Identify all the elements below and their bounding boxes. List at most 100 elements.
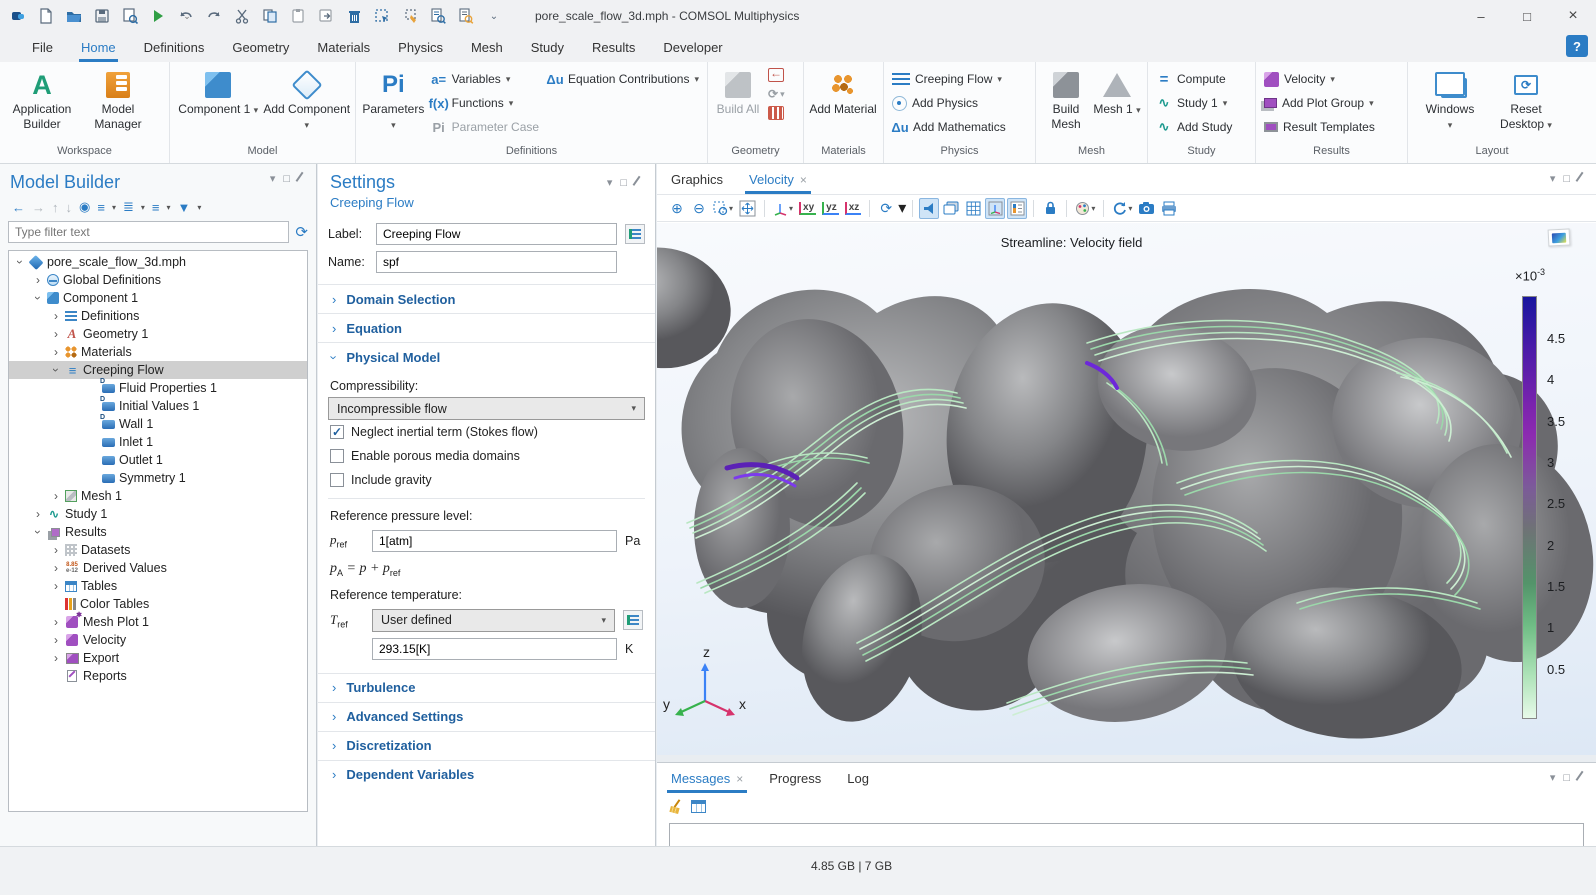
tree-item-velocity[interactable]: ›Velocity [9,631,307,649]
tab-log[interactable]: Log [847,771,869,793]
graphics-viewport[interactable]: Streamline: Velocity field [657,223,1596,755]
tree-item-component1[interactable]: ›Component 1 [9,289,307,307]
insert-sequence-icon[interactable] [768,68,784,82]
environment-icon[interactable] [941,198,961,219]
save-as-icon[interactable] [118,4,142,28]
expander-icon[interactable]: › [51,309,61,323]
tree-item-wall1[interactable]: ›Wall 1 [9,415,307,433]
expander-icon[interactable]: › [33,507,43,521]
tab-graphics[interactable]: Graphics [671,172,723,194]
tree-item-tables[interactable]: ›Tables [9,577,307,595]
study1-button[interactable]: ∿ Study 1▾ [1156,92,1232,114]
help-button[interactable]: ? [1566,35,1588,57]
tab-messages[interactable]: Messages× [671,771,743,793]
duplicate-icon[interactable] [314,4,338,28]
windows-button[interactable]: Windows▾ [1412,66,1488,132]
redo-icon[interactable] [202,4,226,28]
show-grid-icon[interactable] [963,198,983,219]
close-button[interactable]: × [1550,0,1596,32]
pin-icon[interactable] [633,176,646,190]
section-equation[interactable]: ›Equation [318,313,655,342]
find-icon[interactable] [426,4,450,28]
expander-icon[interactable]: › [13,257,27,267]
menu-tab-mesh[interactable]: Mesh [457,32,517,62]
float-icon[interactable]: □ [1563,173,1570,185]
tree-item-global-definitions[interactable]: ›Global Definitions [9,271,307,289]
virtual-operations-icon[interactable] [768,106,784,120]
tree-item-materials[interactable]: ›Materials [9,343,307,361]
label-input[interactable] [376,223,617,245]
filter-icon[interactable]: ▼ [177,200,190,215]
panel-menu-icon[interactable]: ▾ [1550,771,1556,784]
expander-icon[interactable]: › [51,327,61,341]
go-to-view-icon[interactable]: ▾ [771,198,795,219]
expander-icon[interactable]: › [31,293,45,303]
porous-checkbox-row[interactable]: Enable porous media domains [328,444,645,468]
creeping-flow-button[interactable]: Creeping Flow▾ [892,68,1006,90]
lock-axis-icon[interactable] [1040,198,1060,219]
panel-menu-icon[interactable]: ▾ [270,172,276,185]
maximize-button[interactable]: □ [1504,0,1550,32]
section-domain-selection[interactable]: ›Domain Selection [318,284,655,313]
tree-item-symmetry1[interactable]: ›Symmetry 1 [9,469,307,487]
functions-button[interactable]: f(x) Functions▾ [431,92,539,114]
customize-toolbar-icon[interactable]: ⌄ [482,4,506,28]
menu-tab-materials[interactable]: Materials [303,32,384,62]
brush-icon[interactable] [398,4,422,28]
move-up-icon[interactable]: ↑ [52,200,59,215]
tree-item-mesh-plot1[interactable]: ›Mesh Plot 1 [9,613,307,631]
paste-icon[interactable] [286,4,310,28]
cut-icon[interactable] [230,4,254,28]
tree-item-fluid-properties[interactable]: ›Fluid Properties 1 [9,379,307,397]
back-icon[interactable]: ← [12,200,25,215]
float-icon[interactable]: □ [1563,772,1570,784]
expand-icon[interactable]: ≡ [97,200,105,215]
variables-button[interactable]: a= Variables▾ [431,68,539,90]
undo-icon[interactable] [174,4,198,28]
move-down-icon[interactable]: ↓ [66,200,73,215]
float-icon[interactable]: □ [620,177,627,189]
view-yz-icon[interactable]: yz [820,198,841,219]
menu-tab-results[interactable]: Results [578,32,649,62]
stokes-checkbox-row[interactable]: ✓ Neglect inertial term (Stokes flow) [328,420,645,444]
minimize-button[interactable]: – [1458,0,1504,32]
application-builder-button[interactable]: A Application Builder [4,66,80,132]
tab-velocity[interactable]: Velocity× [749,172,807,194]
tree-item-inlet1[interactable]: ›Inlet 1 [9,433,307,451]
tree-item-root[interactable]: ›pore_scale_flow_3d.mph [9,253,307,271]
result-templates-button[interactable]: Result Templates [1264,116,1375,138]
add-material-button[interactable]: Add Material [808,66,878,117]
print-icon[interactable] [1159,198,1179,219]
collapse-icon[interactable]: ≣ [123,199,134,215]
reset-desktop-button[interactable]: ⟳ Reset Desktop ▾ [1488,66,1564,132]
pref-input[interactable] [372,530,617,552]
mesh1-button[interactable]: Mesh 1 ▾ [1092,66,1142,117]
expander-icon[interactable]: › [51,543,61,557]
show-options-icon[interactable]: ◉ [79,199,90,215]
pin-icon[interactable] [1576,172,1589,186]
section-advanced-settings[interactable]: ›Advanced Settings [318,702,655,731]
expander-icon[interactable]: › [31,527,45,537]
close-tab-icon[interactable]: × [800,173,807,187]
save-icon[interactable] [90,4,114,28]
compressibility-dropdown[interactable]: Incompressible flow▾ [328,397,645,420]
add-study-button[interactable]: ∿ Add Study [1156,116,1232,138]
tref-list-icon[interactable] [623,610,643,630]
update-geometry-icon[interactable]: ⟳ [768,87,778,101]
tree-item-reports[interactable]: ›Reports [9,667,307,685]
menu-tab-developer[interactable]: Developer [649,32,736,62]
new-file-icon[interactable] [34,4,58,28]
rotate-view-icon[interactable]: ⟳ [876,198,896,219]
forward-icon[interactable]: → [32,200,45,215]
model-manager-button[interactable]: Model Manager [80,66,156,132]
tree-item-geometry1[interactable]: ›AGeometry 1 [9,325,307,343]
tree-item-creeping-flow[interactable]: ›≡Creeping Flow [9,361,307,379]
parameters-button[interactable]: Pi Parameters▾ [360,66,427,132]
copy-icon[interactable] [258,4,282,28]
tree-item-color-tables[interactable]: ›Color Tables [9,595,307,613]
delete-icon[interactable] [342,4,366,28]
expander-icon[interactable]: › [51,651,61,665]
tree-item-definitions[interactable]: ›Definitions [9,307,307,325]
zoom-extents-icon[interactable] [737,198,758,219]
temperature-input[interactable] [372,638,617,660]
